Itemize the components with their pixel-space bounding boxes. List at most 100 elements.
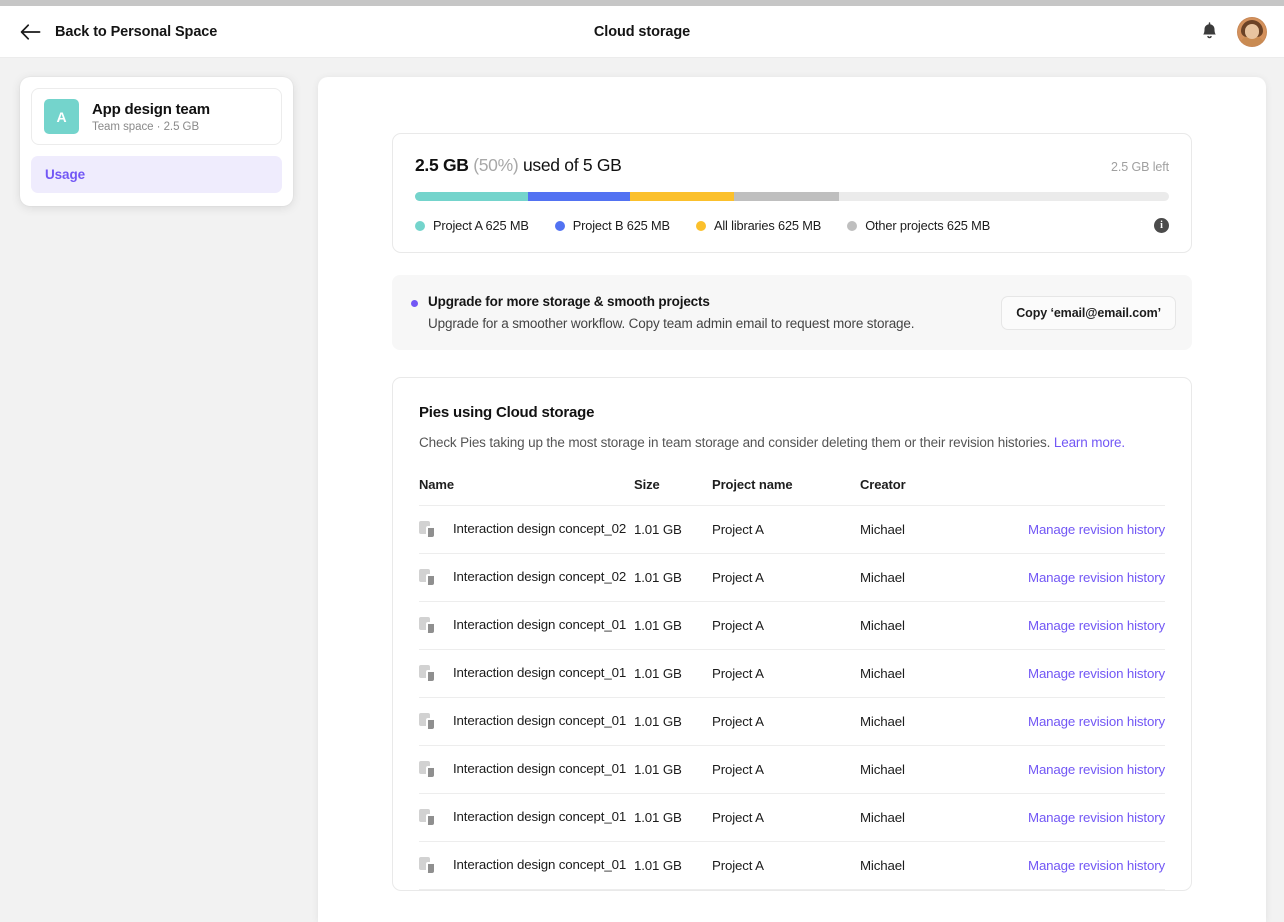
storage-used-of: used of 5 GB [523, 155, 622, 175]
pies-table: Name Size Project name Creator Interacti… [419, 477, 1165, 890]
pies-table-head: Name Size Project name Creator [419, 477, 1165, 506]
arrow-left-icon[interactable] [19, 21, 41, 43]
cell-project-name: Project A [712, 601, 860, 649]
app-screen: Back to Personal Space Cloud storage A [0, 0, 1284, 922]
legend-item: Other projects 625 MB [847, 218, 990, 233]
cell-size: 1.01 GB [634, 553, 712, 601]
cell-actions: Manage revision history [1008, 697, 1165, 745]
cell-size: 1.01 GB [634, 505, 712, 553]
bell-icon[interactable] [1199, 21, 1219, 43]
legend-label: Project A 625 MB [433, 218, 529, 233]
storage-summary-header: 2.5 GB (50%) used of 5 GB 2.5 GB left [415, 155, 1169, 176]
cell-project-name: Project A [712, 793, 860, 841]
pie-name-label: Interaction design concept_02 [453, 569, 626, 584]
cell-size: 1.01 GB [634, 601, 712, 649]
manage-revision-history-link[interactable]: Manage revision history [1028, 666, 1165, 681]
pie-name-label: Interaction design concept_01 [453, 809, 626, 824]
usage-bar-segment [734, 192, 840, 201]
legend-color-dot [847, 221, 857, 231]
cell-actions: Manage revision history [1008, 553, 1165, 601]
upgrade-banner: Upgrade for more storage & smooth projec… [392, 275, 1192, 350]
cell-actions: Manage revision history [1008, 793, 1165, 841]
legend-item: Project B 625 MB [555, 218, 670, 233]
cell-actions: Manage revision history [1008, 745, 1165, 793]
legend-label: Other projects 625 MB [865, 218, 990, 233]
cell-creator: Michael [860, 793, 1008, 841]
team-avatar: A [44, 99, 79, 134]
upgrade-title: Upgrade for more storage & smooth projec… [428, 294, 914, 309]
table-row[interactable]: Interaction design concept_011.01 GBProj… [419, 841, 1165, 889]
column-header-actions [1008, 477, 1165, 506]
manage-revision-history-link[interactable]: Manage revision history [1028, 762, 1165, 777]
manage-revision-history-link[interactable]: Manage revision history [1028, 714, 1165, 729]
cell-size: 1.01 GB [634, 697, 712, 745]
table-row[interactable]: Interaction design concept_01 1.01 GBProj… [419, 601, 1165, 649]
main-panel: 2.5 GB (50%) used of 5 GB 2.5 GB left Pr… [318, 77, 1266, 922]
table-row[interactable]: Interaction design concept_02 1.01 GBProj… [419, 553, 1165, 601]
pie-file-icon [419, 569, 435, 586]
legend-label: All libraries 625 MB [714, 218, 821, 233]
manage-revision-history-link[interactable]: Manage revision history [1028, 522, 1165, 537]
storage-legend: Project A 625 MB Project B 625 MB All libr… [415, 218, 1169, 233]
learn-more-link[interactable]: Learn more. [1054, 435, 1125, 450]
cell-creator: Michael [860, 553, 1008, 601]
back-to-personal-space-label[interactable]: Back to Personal Space [55, 24, 217, 40]
cell-project-name: Project A [712, 745, 860, 793]
cell-name: Interaction design concept_02 [419, 505, 634, 553]
cell-size: 1.01 GB [634, 745, 712, 793]
sidebar-card: A App design team Team space · 2.5 GB Us… [20, 77, 293, 206]
pie-name-label: Interaction design concept_01 [453, 617, 626, 632]
storage-left-label: 2.5 GB left [1111, 160, 1169, 174]
legend-color-dot [415, 221, 425, 231]
cell-name: Interaction design concept_01 [419, 697, 634, 745]
avatar[interactable] [1237, 17, 1267, 47]
cell-size: 1.01 GB [634, 793, 712, 841]
table-row[interactable]: Interaction design concept_01 1.01 GBProj… [419, 745, 1165, 793]
legend-color-dot [696, 221, 706, 231]
panel-content: 2.5 GB (50%) used of 5 GB 2.5 GB left Pr… [318, 77, 1266, 891]
pies-table-body: Interaction design concept_021.01 GBProj… [419, 505, 1165, 889]
storage-used-percent: (50%) [473, 155, 518, 175]
cell-actions: Manage revision history [1008, 505, 1165, 553]
upgrade-description: Upgrade for a smoother workflow. Copy te… [428, 316, 914, 331]
copy-admin-email-button[interactable]: Copy ‘email@email.com’ [1001, 296, 1176, 330]
pie-file-icon [419, 809, 435, 826]
table-row[interactable]: Interaction design concept_011.01 GBProj… [419, 697, 1165, 745]
upgrade-copy: Upgrade for more storage & smooth projec… [428, 294, 914, 331]
table-row[interactable]: Interaction design concept_021.01 GBProj… [419, 505, 1165, 553]
bullet-dot-icon [411, 300, 418, 307]
manage-revision-history-link[interactable]: Manage revision history [1028, 858, 1165, 873]
storage-summary-card: 2.5 GB (50%) used of 5 GB 2.5 GB left Pr… [392, 133, 1192, 253]
table-header-row: Name Size Project name Creator [419, 477, 1165, 506]
cell-creator: Michael [860, 601, 1008, 649]
cell-creator: Michael [860, 505, 1008, 553]
cell-size: 1.01 GB [634, 841, 712, 889]
info-icon[interactable]: i [1154, 218, 1169, 233]
usage-bar-segment [630, 192, 734, 201]
pie-file-icon [419, 761, 435, 778]
pie-file-icon [419, 665, 435, 682]
cell-name: Interaction design concept_01 [419, 601, 634, 649]
pie-name-label: Interaction design concept_01 [453, 665, 626, 680]
manage-revision-history-link[interactable]: Manage revision history [1028, 810, 1165, 825]
cell-project-name: Project A [712, 553, 860, 601]
pie-name-label: Interaction design concept_01 [453, 857, 626, 872]
table-row[interactable]: Interaction design concept_01 1.01 GBProj… [419, 793, 1165, 841]
team-space-selector[interactable]: A App design team Team space · 2.5 GB [31, 88, 282, 145]
cell-name: Interaction design concept_01 [419, 793, 634, 841]
pie-file-icon [419, 857, 435, 874]
manage-revision-history-link[interactable]: Manage revision history [1028, 570, 1165, 585]
table-row[interactable]: Interaction design concept_011.01 GBProj… [419, 649, 1165, 697]
manage-revision-history-link[interactable]: Manage revision history [1028, 618, 1165, 633]
column-header-creator: Creator [860, 477, 1008, 506]
pie-name-label: Interaction design concept_01 [453, 761, 626, 776]
header-actions [1199, 17, 1284, 47]
cell-name: Interaction design concept_01 [419, 745, 634, 793]
column-header-size: Size [634, 477, 712, 506]
header-back-group[interactable]: Back to Personal Space [0, 21, 217, 43]
upgrade-text-group: Upgrade for more storage & smooth projec… [411, 294, 914, 331]
pie-name-label: Interaction design concept_01 [453, 713, 626, 728]
pies-storage-card: Pies using Cloud storage Check Pies taki… [392, 377, 1192, 891]
cell-actions: Manage revision history [1008, 649, 1165, 697]
sidebar-item-usage[interactable]: Usage [31, 156, 282, 193]
